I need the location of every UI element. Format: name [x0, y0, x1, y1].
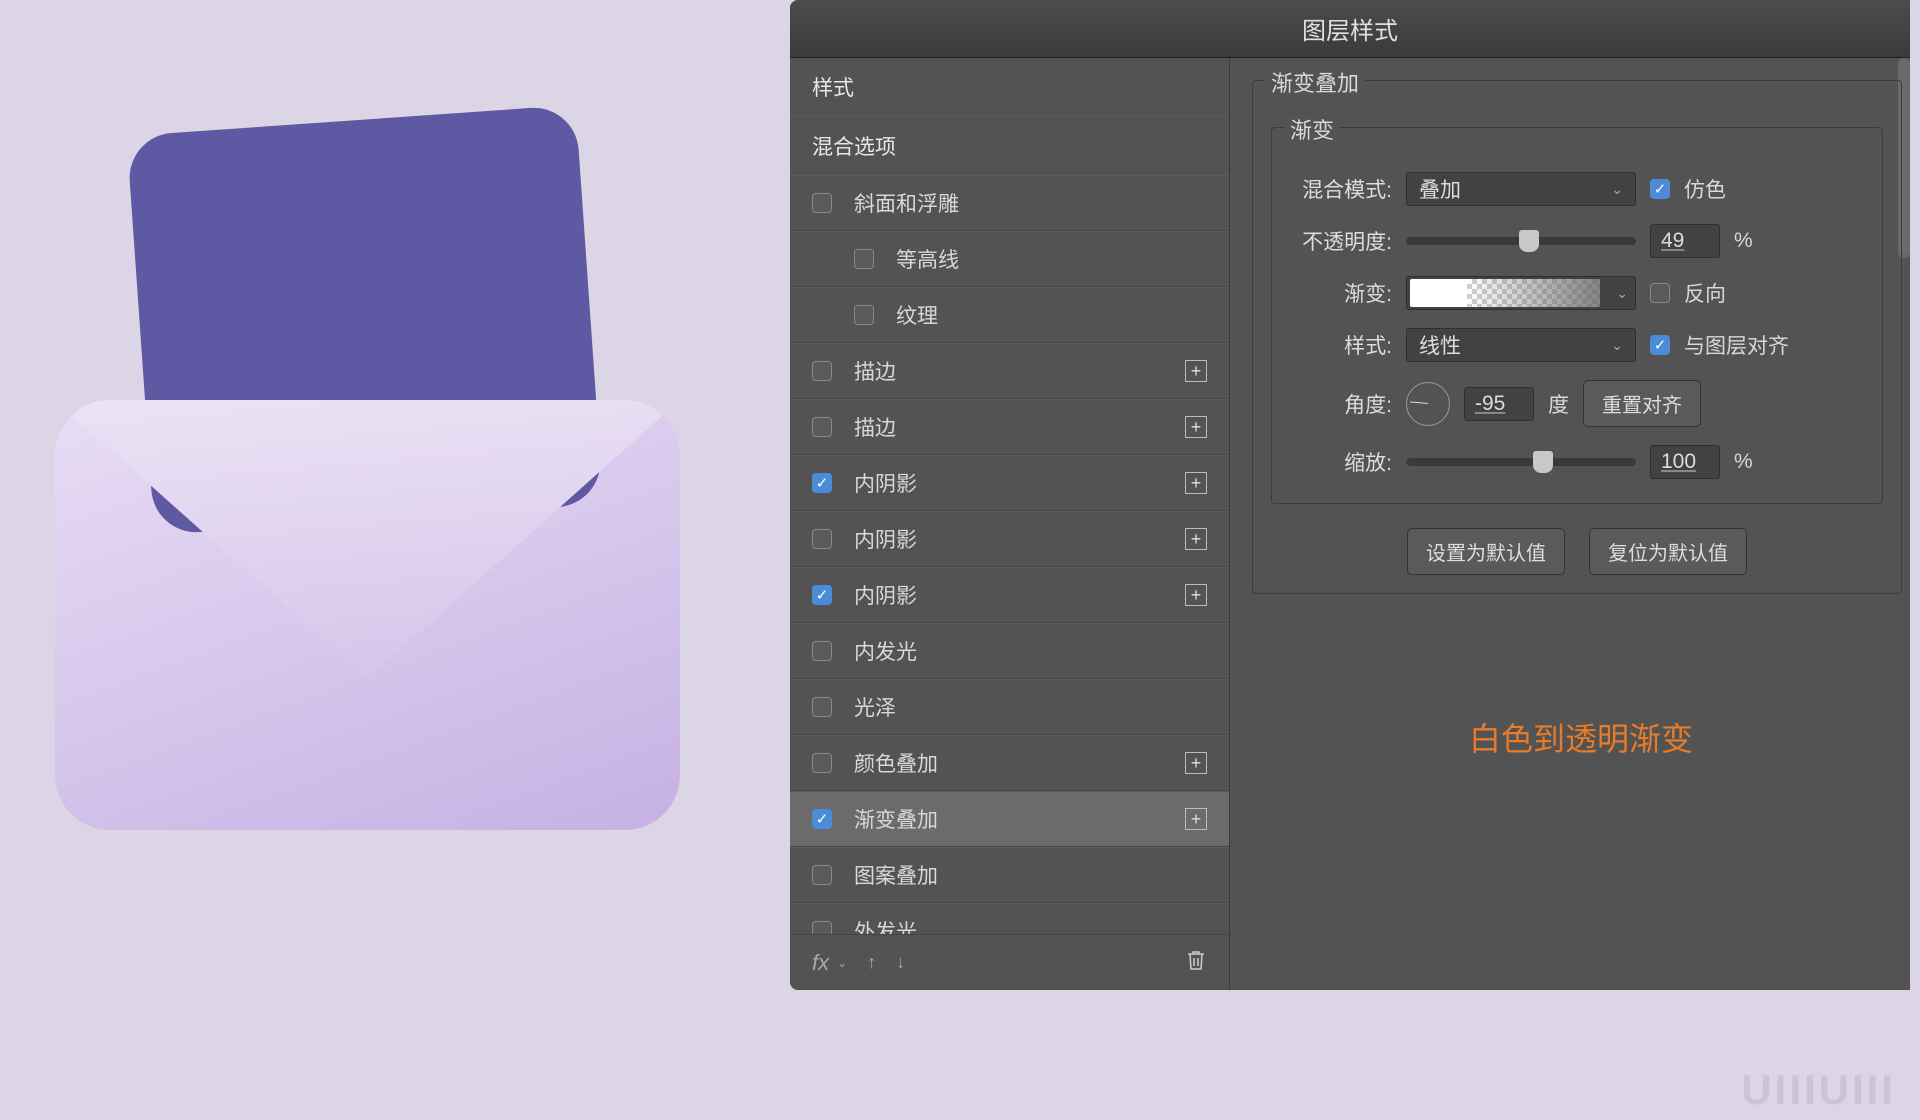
style-item[interactable]: 内阴影 +: [790, 511, 1229, 567]
arrow-down-icon[interactable]: ↓: [896, 952, 905, 973]
fx-icon[interactable]: fx: [812, 950, 829, 976]
add-effect-icon[interactable]: +: [1185, 528, 1207, 550]
styles-footer: fx ⌄ ↑ ↓: [790, 934, 1229, 990]
reverse-checkbox[interactable]: [1650, 283, 1670, 303]
angle-label: 角度:: [1287, 389, 1392, 419]
style-checkbox[interactable]: [812, 697, 832, 717]
chevron-down-icon: ⌄: [1611, 337, 1623, 354]
style-checkbox[interactable]: ✓: [812, 585, 832, 605]
style-checkbox[interactable]: [854, 305, 874, 325]
style-checkbox[interactable]: ✓: [812, 809, 832, 829]
style-item[interactable]: 图案叠加: [790, 847, 1229, 903]
add-effect-icon[interactable]: +: [1185, 360, 1207, 382]
settings-panel: 渐变叠加 渐变 混合模式: 叠加 ⌄ ✓ 仿色: [1230, 58, 1910, 990]
style-label: 斜面和浮雕: [854, 188, 959, 218]
style-label: 内发光: [854, 636, 917, 666]
styles-header[interactable]: 样式: [790, 58, 1229, 116]
add-effect-icon[interactable]: +: [1185, 416, 1207, 438]
add-effect-icon[interactable]: +: [1185, 752, 1207, 774]
style-item[interactable]: ✓ 渐变叠加 +: [790, 791, 1229, 847]
chevron-down-icon: ⌄: [1611, 181, 1623, 198]
style-item[interactable]: ✓ 内阴影 +: [790, 567, 1229, 623]
style-checkbox[interactable]: ✓: [812, 473, 832, 493]
style-item[interactable]: 描边 +: [790, 343, 1229, 399]
style-checkbox[interactable]: [812, 361, 832, 381]
gradient-swatch: [1410, 279, 1600, 307]
reverse-label: 反向: [1684, 278, 1726, 308]
scale-slider[interactable]: [1406, 458, 1636, 466]
style-label: 内阴影: [854, 524, 917, 554]
style-label: 等高线: [896, 244, 959, 274]
style-checkbox[interactable]: [812, 417, 832, 437]
add-effect-icon[interactable]: +: [1185, 472, 1207, 494]
opacity-input[interactable]: 49: [1650, 224, 1720, 258]
envelope-preview: [35, 90, 735, 810]
layer-style-dialog: 图层样式 样式 混合选项 斜面和浮雕等高线纹理描边+描边+✓内阴影+内阴影+✓内…: [790, 0, 1910, 990]
blend-options[interactable]: 混合选项: [790, 116, 1229, 175]
scale-label: 缩放:: [1287, 447, 1392, 477]
blend-mode-dropdown[interactable]: 叠加 ⌄: [1406, 172, 1636, 206]
style-checkbox[interactable]: [812, 529, 832, 549]
add-effect-icon[interactable]: +: [1185, 808, 1207, 830]
style-item[interactable]: 光泽: [790, 679, 1229, 735]
annotation-text: 白色到透明渐变: [1252, 714, 1910, 760]
dialog-title: 图层样式: [1302, 11, 1398, 46]
scale-input[interactable]: 100: [1650, 445, 1720, 479]
style-dropdown[interactable]: 线性 ⌄: [1406, 328, 1636, 362]
style-checkbox[interactable]: [812, 921, 832, 934]
opacity-unit: %: [1734, 229, 1753, 253]
style-item[interactable]: 内发光: [790, 623, 1229, 679]
style-label: 内阴影: [854, 580, 917, 610]
style-label: 渐变叠加: [854, 804, 938, 834]
reset-default-button[interactable]: 复位为默认值: [1589, 528, 1747, 575]
style-item[interactable]: 斜面和浮雕: [790, 175, 1229, 231]
angle-input[interactable]: -95: [1464, 387, 1534, 421]
scale-unit: %: [1734, 450, 1753, 474]
style-label: 颜色叠加: [854, 748, 938, 778]
style-checkbox[interactable]: [812, 641, 832, 661]
down-caret-icon: ⌄: [837, 956, 847, 970]
style-item[interactable]: 等高线: [790, 231, 1229, 287]
align-layer-checkbox[interactable]: ✓: [1650, 335, 1670, 355]
set-default-button[interactable]: 设置为默认值: [1407, 528, 1565, 575]
styles-panel: 样式 混合选项 斜面和浮雕等高线纹理描边+描边+✓内阴影+内阴影+✓内阴影+内发…: [790, 58, 1230, 990]
dither-label: 仿色: [1684, 174, 1726, 204]
trash-icon[interactable]: [1185, 948, 1207, 978]
reset-align-button[interactable]: 重置对齐: [1583, 380, 1701, 427]
angle-unit: 度: [1548, 389, 1569, 419]
style-item[interactable]: 纹理: [790, 287, 1229, 343]
gradient-label: 渐变:: [1287, 278, 1392, 308]
style-label: 外发光: [854, 916, 917, 934]
style-label: 描边: [854, 412, 896, 442]
style-item[interactable]: ✓ 内阴影 +: [790, 455, 1229, 511]
style-checkbox[interactable]: [854, 249, 874, 269]
angle-dial[interactable]: [1406, 382, 1450, 426]
style-checkbox[interactable]: [812, 865, 832, 885]
subgroup-title: 渐变: [1284, 113, 1340, 145]
style-label: 光泽: [854, 692, 896, 722]
blend-mode-label: 混合模式:: [1287, 174, 1392, 204]
opacity-slider[interactable]: [1406, 237, 1636, 245]
dither-checkbox[interactable]: ✓: [1650, 179, 1670, 199]
style-item[interactable]: 描边 +: [790, 399, 1229, 455]
dialog-titlebar[interactable]: 图层样式: [790, 0, 1910, 58]
style-item[interactable]: 外发光: [790, 903, 1229, 934]
style-label: 内阴影: [854, 468, 917, 498]
opacity-label: 不透明度:: [1287, 226, 1392, 256]
style-label: 样式:: [1287, 330, 1392, 360]
style-label: 图案叠加: [854, 860, 938, 890]
style-checkbox[interactable]: [812, 193, 832, 213]
group-title: 渐变叠加: [1265, 66, 1365, 98]
style-checkbox[interactable]: [812, 753, 832, 773]
style-item[interactable]: 颜色叠加 +: [790, 735, 1229, 791]
chevron-down-icon: ⌄: [1616, 285, 1628, 302]
style-label: 描边: [854, 356, 896, 386]
watermark: UIIIUIII: [1741, 1066, 1896, 1114]
style-label: 纹理: [896, 300, 938, 330]
arrow-up-icon[interactable]: ↑: [867, 952, 876, 973]
add-effect-icon[interactable]: +: [1185, 584, 1207, 606]
align-layer-label: 与图层对齐: [1684, 330, 1789, 360]
gradient-picker[interactable]: ⌄: [1406, 276, 1636, 310]
